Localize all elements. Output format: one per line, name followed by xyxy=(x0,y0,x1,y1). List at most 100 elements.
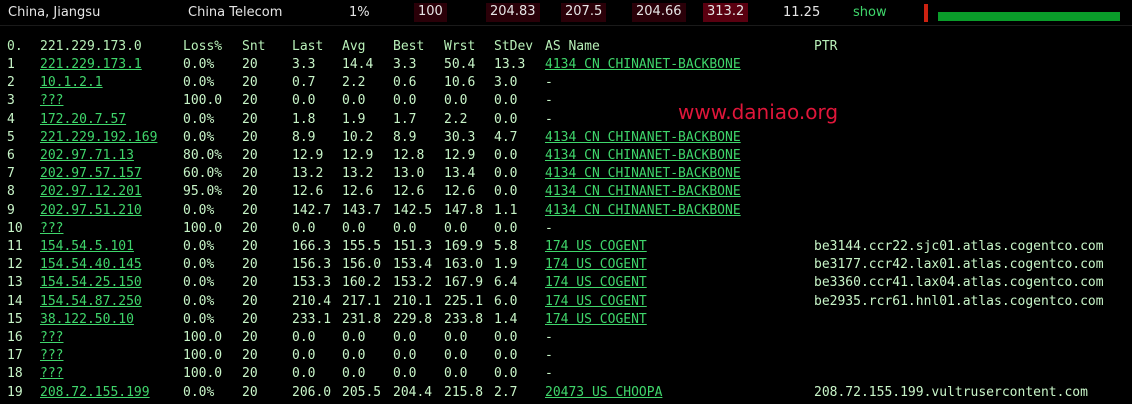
latency-sparkline xyxy=(924,4,1126,22)
cell-host[interactable]: ??? xyxy=(40,220,63,238)
cell-avg: 2.2 xyxy=(342,75,366,91)
cell-avg: 205.5 xyxy=(342,384,382,400)
cell-snt: 20 xyxy=(242,384,258,400)
cell-last: 12.6 xyxy=(292,184,324,200)
cell-asname[interactable]: 174 US COGENT xyxy=(545,311,647,329)
cell-best: 3.3 xyxy=(393,57,417,72)
cell-avg: 0.0 xyxy=(342,220,366,236)
cell-best: 0.0 xyxy=(393,220,417,236)
cell-wrst: 0.0 xyxy=(444,93,468,109)
cell-host[interactable]: 202.97.57.157 xyxy=(40,165,142,183)
cell-wrst: 13.4 xyxy=(444,166,476,182)
cell-best: 8.9 xyxy=(393,129,417,145)
cell-asname[interactable]: 174 US COGENT xyxy=(545,293,647,311)
cell-asname[interactable]: 174 US COGENT xyxy=(545,274,647,292)
cell-hop: 6 xyxy=(7,148,15,163)
cell-loss: 60.0% xyxy=(183,166,223,182)
cell-avg: 14.4 xyxy=(342,57,374,72)
cell-host[interactable]: 154.54.87.250 xyxy=(40,293,142,311)
cell-asname[interactable]: 4134 CN CHINANET-BACKBONE xyxy=(545,165,741,183)
cell-ptr: be3360.ccr41.lax04.atlas.cogentco.com xyxy=(814,275,1104,291)
cell-loss: 0.0% xyxy=(183,75,215,91)
cell-stdev: 0.0 xyxy=(494,111,518,127)
cell-last: 0.0 xyxy=(292,348,316,364)
cell-hop: 5 xyxy=(7,129,15,145)
cell-last: 1.8 xyxy=(292,111,316,127)
cell-snt: 20 xyxy=(242,129,258,145)
cell-host[interactable]: 202.97.12.201 xyxy=(40,183,142,201)
cell-wrst: 233.8 xyxy=(444,311,484,327)
cell-host[interactable]: 202.97.71.13 xyxy=(40,147,134,165)
cell-stdev: 5.8 xyxy=(494,239,518,254)
summary-avg: 207.5 xyxy=(561,3,607,22)
cell-best: 12.6 xyxy=(393,184,425,200)
cell-host[interactable]: 202.97.51.210 xyxy=(40,202,142,220)
cell-host[interactable]: 221.229.192.169 xyxy=(40,129,157,147)
cell-host[interactable]: ??? xyxy=(40,365,63,383)
cell-host[interactable]: 10.1.2.1 xyxy=(40,74,103,92)
cell-asname[interactable]: 4134 CN CHINANET-BACKBONE xyxy=(545,129,741,147)
cell-stdev: 0.0 xyxy=(494,330,518,345)
cell-hop: 9 xyxy=(7,202,15,218)
cell-loss: 0.0% xyxy=(183,239,215,254)
cell-last: 0.0 xyxy=(292,366,316,382)
cell-host[interactable]: 221.229.173.1 xyxy=(40,56,142,74)
location-label: China, Jiangsu xyxy=(8,5,101,20)
show-link[interactable]: show xyxy=(853,4,887,22)
cell-last: 153.3 xyxy=(292,275,332,291)
cell-snt: 20 xyxy=(242,93,258,109)
cell-stdev: 6.4 xyxy=(494,275,518,291)
cell-stdev: 4.7 xyxy=(494,129,518,145)
cell-stdev: 1.9 xyxy=(494,257,518,273)
cell-host[interactable]: 208.72.155.199 xyxy=(40,384,150,402)
cell-host[interactable]: 154.54.25.150 xyxy=(40,274,142,292)
cell-asname[interactable]: 4134 CN CHINANET-BACKBONE xyxy=(545,56,741,74)
summary-stdev: 11.25 xyxy=(783,5,821,20)
cell-ptr: be3177.ccr42.lax01.atlas.cogentco.com xyxy=(814,257,1104,273)
cell-loss: 0.0% xyxy=(183,293,215,309)
cell-avg: 12.9 xyxy=(342,148,374,163)
watermark: www.daniao.org xyxy=(678,100,839,124)
cell-asname[interactable]: 4134 CN CHINANET-BACKBONE xyxy=(545,202,741,220)
header-last: Last xyxy=(292,39,324,54)
summary-bar: China, Jiangsu China Telecom 1% 100 204.… xyxy=(0,0,1132,26)
cell-wrst: 167.9 xyxy=(444,275,484,291)
cell-loss: 0.0% xyxy=(183,111,215,127)
cell-host[interactable]: 154.54.5.101 xyxy=(40,238,134,256)
cell-host[interactable]: ??? xyxy=(40,347,63,365)
cell-host[interactable]: 38.122.50.10 xyxy=(40,311,134,329)
cell-asname[interactable]: 174 US COGENT xyxy=(545,256,647,274)
cell-best: 204.4 xyxy=(393,384,433,400)
cell-wrst: 169.9 xyxy=(444,239,484,254)
cell-asname: - xyxy=(545,220,553,236)
cell-asname: - xyxy=(545,366,553,382)
cell-avg: 0.0 xyxy=(342,348,366,364)
cell-host[interactable]: 172.20.7.57 xyxy=(40,111,126,129)
cell-stdev: 0.0 xyxy=(494,166,518,182)
cell-stdev: 0.0 xyxy=(494,148,518,163)
cell-wrst: 30.3 xyxy=(444,129,476,145)
cell-stdev: 0.0 xyxy=(494,93,518,109)
cell-best: 0.0 xyxy=(393,330,417,345)
cell-hop: 8 xyxy=(7,184,15,200)
cell-wrst: 163.0 xyxy=(444,257,484,273)
cell-loss: 0.0% xyxy=(183,257,215,273)
cell-stdev: 0.0 xyxy=(494,348,518,364)
cell-asname[interactable]: 174 US COGENT xyxy=(545,238,647,256)
isp-label: China Telecom xyxy=(188,5,283,20)
cell-best: 229.8 xyxy=(393,311,433,327)
cell-asname: - xyxy=(545,348,553,364)
sparkline-marker xyxy=(926,4,928,22)
cell-last: 156.3 xyxy=(292,257,332,273)
cell-hop: 16 xyxy=(7,330,23,345)
cell-asname[interactable]: 4134 CN CHINANET-BACKBONE xyxy=(545,183,741,201)
cell-host[interactable]: 154.54.40.145 xyxy=(40,256,142,274)
header-snt: Snt xyxy=(242,39,266,54)
cell-avg: 13.2 xyxy=(342,166,374,182)
cell-stdev: 1.4 xyxy=(494,311,518,327)
cell-asname[interactable]: 4134 CN CHINANET-BACKBONE xyxy=(545,147,741,165)
cell-best: 153.4 xyxy=(393,257,433,273)
cell-host[interactable]: ??? xyxy=(40,329,63,347)
cell-asname[interactable]: 20473 US CHOOPA xyxy=(545,384,662,402)
cell-host[interactable]: ??? xyxy=(40,92,63,110)
